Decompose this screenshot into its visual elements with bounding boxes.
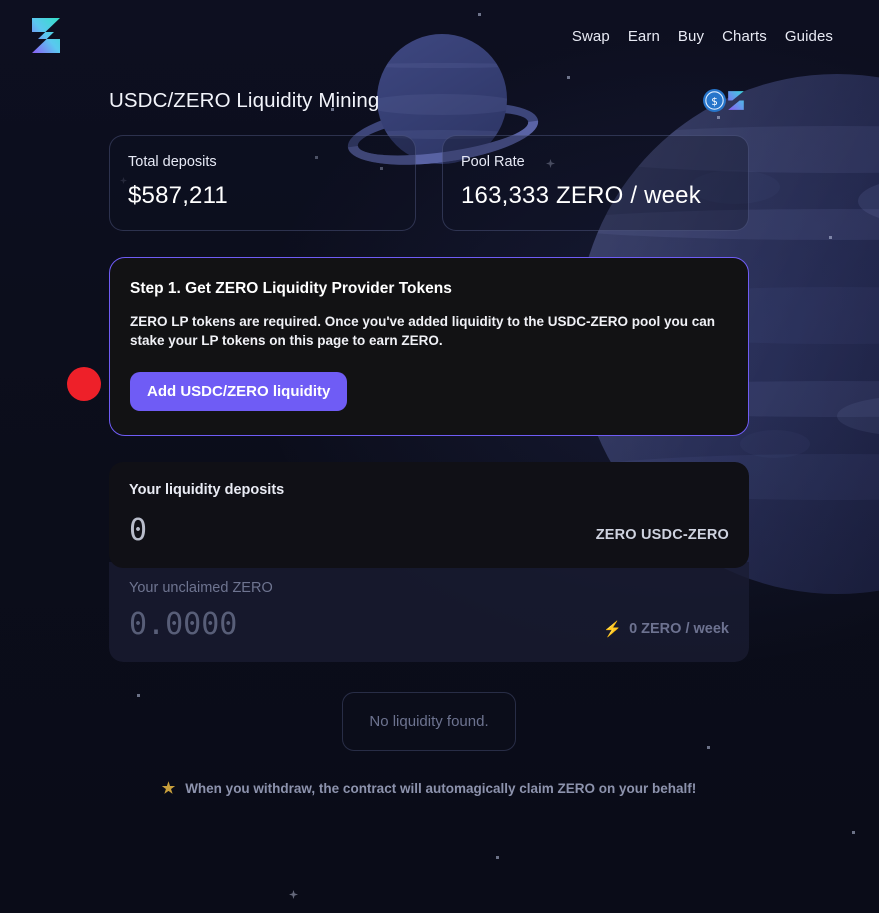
- background-circle: [740, 430, 810, 458]
- liquidity-deposits-panel: Your liquidity deposits 0 ZERO USDC-ZERO…: [109, 462, 749, 663]
- unclaimed-zero-row: 0.0000 ⚡ 0 ZERO / week: [129, 610, 729, 640]
- liquidity-deposits-amount: 0: [129, 513, 148, 549]
- star-dot: [829, 236, 832, 239]
- svg-text:$: $: [711, 96, 718, 108]
- unclaimed-zero-title: Your unclaimed ZERO: [129, 580, 273, 597]
- stat-label: Total deposits: [128, 154, 217, 170]
- top-navigation-bar: Swap Earn Buy Charts Guides: [0, 0, 879, 72]
- unclaimed-zero-rate-label: 0 ZERO / week: [629, 621, 729, 638]
- red-circle-marker: [67, 367, 101, 401]
- nav-link-swap[interactable]: Swap: [572, 28, 610, 45]
- empty-state-wrapper: No liquidity found.: [109, 692, 749, 752]
- footer-note: ★ When you withdraw, the contract will a…: [109, 781, 749, 796]
- token-pair-icons: $: [702, 88, 749, 113]
- liquidity-deposits-unit: ZERO USDC-ZERO: [595, 527, 729, 544]
- step-1-card: Step 1. Get ZERO Liquidity Provider Toke…: [109, 257, 749, 437]
- liquidity-deposits-section: Your liquidity deposits 0 ZERO USDC-ZERO: [109, 462, 749, 569]
- page-header: USDC/ZERO Liquidity Mining $: [109, 88, 749, 113]
- footer-note-text: When you withdraw, the contract will aut…: [185, 781, 697, 797]
- star-dot: [852, 831, 855, 834]
- page-title: USDC/ZERO Liquidity Mining: [109, 88, 380, 112]
- stat-value: 163,333 ZERO / week: [461, 182, 701, 209]
- nav-link-guides[interactable]: Guides: [785, 28, 833, 45]
- stat-card-pool-rate: Pool Rate 163,333 ZERO / week: [442, 135, 749, 231]
- star-icon: ★: [161, 780, 176, 798]
- nav-link-buy[interactable]: Buy: [678, 28, 704, 45]
- stat-label: Pool Rate: [461, 154, 525, 170]
- star-dot: [496, 856, 499, 859]
- stat-value: $587,211: [128, 182, 228, 209]
- liquidity-deposits-title: Your liquidity deposits: [129, 482, 285, 499]
- main-content: USDC/ZERO Liquidity Mining $ Total depos…: [109, 72, 749, 796]
- main-nav: Swap Earn Buy Charts Guides: [572, 28, 833, 45]
- add-liquidity-button[interactable]: Add USDC/ZERO liquidity: [130, 372, 348, 412]
- unclaimed-zero-rate: ⚡ 0 ZERO / week: [603, 621, 729, 640]
- nav-link-earn[interactable]: Earn: [628, 28, 660, 45]
- no-liquidity-message: No liquidity found.: [342, 692, 516, 752]
- liquidity-deposits-row: 0 ZERO USDC-ZERO: [129, 516, 729, 546]
- stat-card-total-deposits: Total deposits $587,211: [109, 135, 416, 231]
- step-1-title: Step 1. Get ZERO Liquidity Provider Toke…: [130, 280, 452, 297]
- nav-link-charts[interactable]: Charts: [722, 28, 767, 45]
- step-1-description: ZERO LP tokens are required. Once you've…: [130, 314, 716, 349]
- unclaimed-zero-section: Your unclaimed ZERO 0.0000 ⚡ 0 ZERO / we…: [109, 562, 749, 663]
- zero-logo-icon[interactable]: [24, 13, 68, 59]
- unclaimed-zero-amount: 0.0000: [129, 607, 238, 643]
- lightning-bolt-icon: ⚡: [603, 620, 623, 638]
- zero-token-icon: [728, 91, 744, 110]
- stats-row: Total deposits $587,211 Pool Rate 163,33…: [109, 135, 749, 231]
